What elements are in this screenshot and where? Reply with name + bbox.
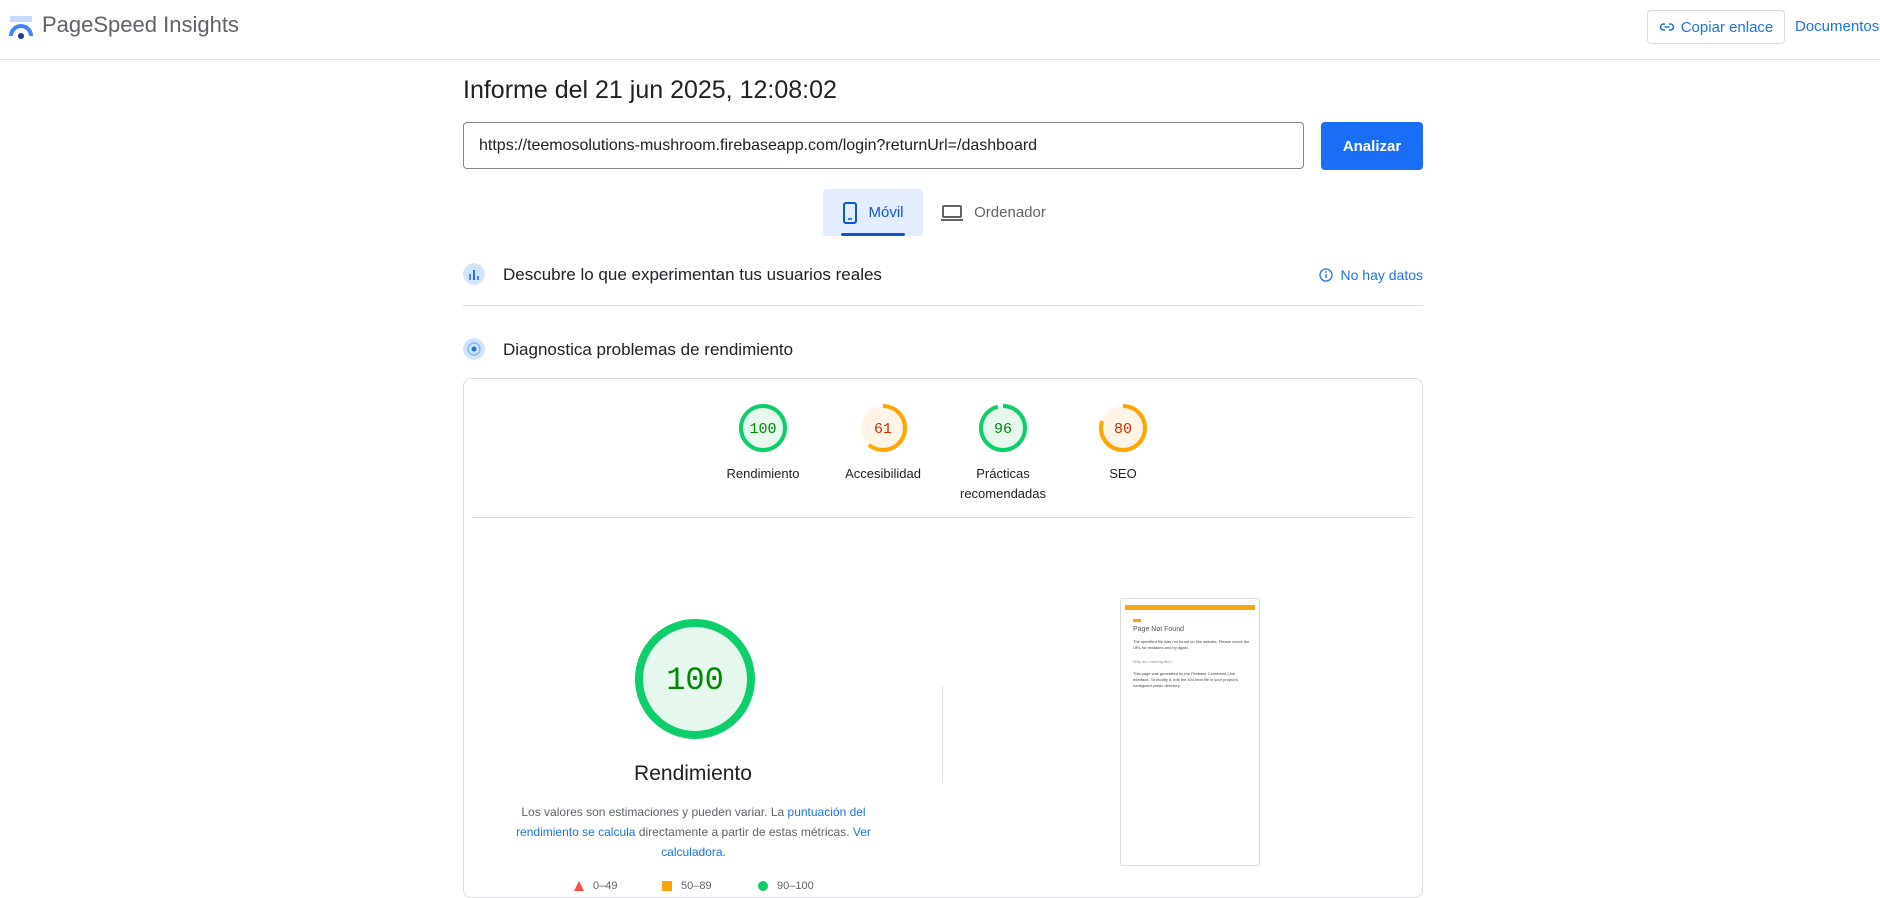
field-data-section: Descubre lo que experimentan tus usuario… [463,263,1423,287]
page-screenshot-thumbnail: Page Not Found The specified file was no… [1120,598,1260,866]
phone-icon [843,201,858,224]
legend-pass: 90–100 [757,880,814,892]
gauge-label: Accesibilidad [833,464,933,484]
gauge-ring: 100 [739,404,787,452]
thumb-top-bar [1125,605,1255,610]
thumb-why: Why am I seeing this? [1133,659,1173,664]
analyze-button[interactable]: Analizar [1321,122,1423,170]
score-gauge[interactable]: 96 Prácticas recomendadas [953,402,1053,504]
gauge-label-line-1: Prácticas [976,466,1030,481]
gauge-score: 96 [994,421,1012,438]
circle-icon [758,881,768,891]
url-input[interactable] [463,122,1304,169]
score-gauge[interactable]: 100 Rendimiento [713,402,813,484]
section-divider [463,305,1423,306]
diagnostics-icon [463,338,485,360]
field-data-title: Descubre lo que experimentan tus usuario… [503,265,882,284]
gauge-label-line-1: Accesibilidad [845,466,921,481]
tab-mobile[interactable]: Móvil [823,189,923,236]
link-icon [1659,23,1674,31]
gauge-label-line-1: Rendimiento [726,466,800,481]
gauge-label: SEO [1073,464,1173,484]
gauge-label-line-1: SEO [1109,466,1137,481]
legend-average-label: 50–89 [681,880,712,892]
score-gauge[interactable]: 80 SEO [1073,402,1173,484]
lab-data-section: Diagnostica problemas de rendimiento [463,338,1423,362]
users-chart-icon [463,263,485,285]
no-data-link[interactable]: No hay datos [1318,267,1424,283]
score-description: Los valores son estimaciones y pueden va… [515,802,872,862]
legend-pass-label: 90–100 [777,880,814,892]
tab-desktop[interactable]: Ordenador [938,189,1048,236]
copy-link-label: Copiar enlace [1680,18,1774,36]
gauge-ring: 96 [979,404,1027,452]
vertical-divider [942,686,943,782]
desc-text-1: Los valores son estimaciones y pueden va… [521,805,788,819]
gauge-label: Prácticas recomendadas [953,464,1053,504]
thumb-accent [1133,619,1141,622]
thumb-body-2: This page was generated by the Firebase … [1133,671,1238,688]
main-gauge-score: 100 [666,662,724,699]
desc-text-2: directamente a partir de estas métricas. [635,825,853,839]
tab-desktop-label: Ordenador [974,204,1046,221]
gauge-score: 80 [1114,421,1132,438]
docs-link[interactable]: Documentos [1795,18,1879,35]
card-divider [472,517,1414,518]
info-icon [1318,268,1333,282]
gauge-label-line-2: recomendadas [960,486,1046,501]
tab-mobile-label: Móvil [868,204,904,221]
gauge-score: 100 [749,421,776,438]
score-gauge[interactable]: 61 Accesibilidad [833,402,933,484]
triangle-icon [574,881,584,891]
no-data-label: No hay datos [1340,267,1424,283]
thumb-body: The specified file was not found on this… [1133,639,1250,650]
app-title: PageSpeed Insights [42,12,239,37]
copy-link-button[interactable]: Copiar enlace [1647,10,1785,44]
gauge-ring: 80 [1099,404,1147,452]
legend-fail-label: 0–49 [593,880,618,892]
performance-main-gauge: 100 [635,619,755,739]
square-icon [662,881,672,891]
report-title: Informe del 21 jun 2025, 12:08:02 [463,76,837,104]
gauge-ring: 61 [859,404,907,452]
tab-active-indicator [841,233,905,236]
gauge-label: Rendimiento [713,464,813,484]
thumb-heading: Page Not Found [1133,626,1184,633]
laptop-icon [941,204,964,221]
gauge-score: 61 [874,421,892,438]
top-bar: PageSpeed Insights Copiar enlace Documen… [0,0,1880,60]
lab-data-title: Diagnostica problemas de rendimiento [503,340,794,359]
legend-fail: 0–49 [573,880,617,892]
pagespeed-logo-icon [9,16,33,39]
legend-average: 50–89 [661,880,712,892]
main-gauge-label: Rendimiento [634,762,752,785]
